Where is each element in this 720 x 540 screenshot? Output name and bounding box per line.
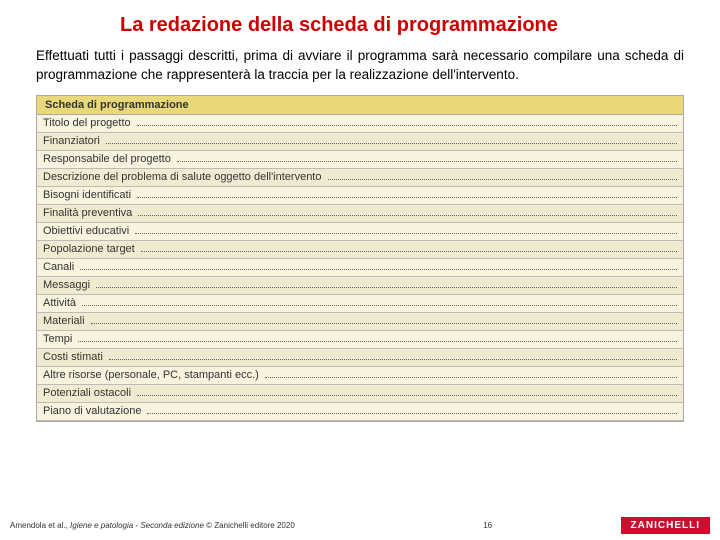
dotted-fill bbox=[137, 189, 677, 198]
table-row: Finanziatori bbox=[37, 133, 683, 151]
dotted-fill bbox=[147, 405, 677, 414]
row-label: Materiali bbox=[43, 315, 91, 327]
row-label: Canali bbox=[43, 261, 80, 273]
table-row: Potenziali ostacoli bbox=[37, 385, 683, 403]
row-label: Piano di valutazione bbox=[43, 405, 147, 417]
table-row: Messaggi bbox=[37, 277, 683, 295]
row-label: Bisogni identificati bbox=[43, 189, 137, 201]
table-row: Popolazione target bbox=[37, 241, 683, 259]
footer-credits: Amendola et al., Igiene e patologia - Se… bbox=[10, 521, 295, 530]
table-row: Descrizione del problema di salute ogget… bbox=[37, 169, 683, 187]
dotted-fill bbox=[82, 297, 677, 306]
table-row: Titolo del progetto bbox=[37, 115, 683, 133]
table-row: Responsabile del progetto bbox=[37, 151, 683, 169]
table-row: Costi stimati bbox=[37, 349, 683, 367]
dotted-fill bbox=[141, 243, 677, 252]
table-header: Scheda di programmazione bbox=[37, 96, 683, 115]
table-row: Bisogni identificati bbox=[37, 187, 683, 205]
row-label: Finanziatori bbox=[43, 135, 106, 147]
dotted-fill bbox=[106, 135, 677, 144]
publisher-logo: ZANICHELLI bbox=[621, 517, 710, 534]
row-label: Tempi bbox=[43, 333, 78, 345]
row-label: Descrizione del problema di salute ogget… bbox=[43, 171, 328, 183]
row-label: Obiettivi educativi bbox=[43, 225, 135, 237]
dotted-fill bbox=[78, 333, 677, 342]
row-label: Potenziali ostacoli bbox=[43, 387, 137, 399]
row-label: Messaggi bbox=[43, 279, 96, 291]
footer: Amendola et al., Igiene e patologia - Se… bbox=[0, 517, 720, 534]
row-label: Responsabile del progetto bbox=[43, 153, 177, 165]
row-label: Popolazione target bbox=[43, 243, 141, 255]
programming-sheet-table: Scheda di programmazione Titolo del prog… bbox=[36, 95, 684, 422]
intro-paragraph: Effettuati tutti i passaggi descritti, p… bbox=[0, 47, 720, 95]
table-row: Attività bbox=[37, 295, 683, 313]
row-label: Attività bbox=[43, 297, 82, 309]
table-row: Finalità preventiva bbox=[37, 205, 683, 223]
dotted-fill bbox=[96, 279, 677, 288]
table-row: Piano di valutazione bbox=[37, 403, 683, 421]
dotted-fill bbox=[91, 315, 677, 324]
table-row: Tempi bbox=[37, 331, 683, 349]
dotted-fill bbox=[177, 153, 677, 162]
table-row: Materiali bbox=[37, 313, 683, 331]
footer-publisher: © Zanichelli editore 2020 bbox=[204, 521, 295, 530]
dotted-fill bbox=[135, 225, 677, 234]
slide-title: La redazione della scheda di programmazi… bbox=[0, 0, 720, 47]
dotted-fill bbox=[138, 207, 677, 216]
row-label: Finalità preventiva bbox=[43, 207, 138, 219]
dotted-fill bbox=[109, 351, 677, 360]
dotted-fill bbox=[328, 171, 678, 180]
dotted-fill bbox=[265, 369, 677, 378]
dotted-fill bbox=[137, 117, 677, 126]
table-row: Canali bbox=[37, 259, 683, 277]
page-number: 16 bbox=[295, 521, 621, 530]
row-label: Altre risorse (personale, PC, stampanti … bbox=[43, 369, 265, 381]
dotted-fill bbox=[80, 261, 677, 270]
row-label: Titolo del progetto bbox=[43, 117, 137, 129]
footer-book: Igiene e patologia - Seconda edizione bbox=[70, 521, 204, 530]
dotted-fill bbox=[137, 387, 677, 396]
table-row: Obiettivi educativi bbox=[37, 223, 683, 241]
footer-authors: Amendola et al., bbox=[10, 521, 70, 530]
row-label: Costi stimati bbox=[43, 351, 109, 363]
table-row: Altre risorse (personale, PC, stampanti … bbox=[37, 367, 683, 385]
